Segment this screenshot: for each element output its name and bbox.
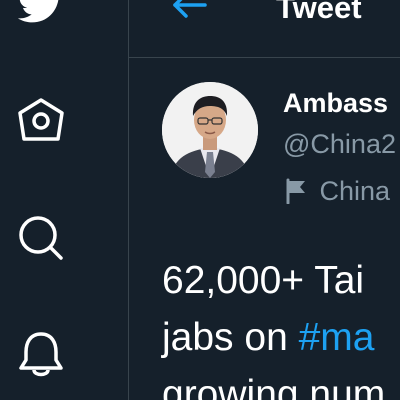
nav-home-button[interactable] xyxy=(17,97,65,143)
hashtag-link[interactable]: #ma xyxy=(299,316,375,359)
nav-explore-button[interactable] xyxy=(17,214,65,262)
page-header: Tweet xyxy=(129,0,400,58)
tweet-text-line: jabs on #ma xyxy=(162,314,374,362)
tweet-text-line: 62,000+ Tai xyxy=(162,259,365,302)
twitter-app: Tweet Ambass @China2 China 62,000+ Tai j… xyxy=(0,0,400,400)
profile-photo xyxy=(162,82,258,178)
search-icon xyxy=(19,216,63,260)
tweet-text-line: growing num xyxy=(162,373,386,400)
nav-notifications-button[interactable] xyxy=(16,330,66,378)
back-arrow-icon xyxy=(173,0,207,18)
twitter-logo-icon[interactable] xyxy=(14,0,66,28)
avatar[interactable] xyxy=(162,82,258,178)
flag-icon xyxy=(285,178,307,204)
author-handle[interactable]: @China2 xyxy=(283,126,396,162)
main-column: Tweet Ambass @China2 China 62,000+ Tai j… xyxy=(129,0,400,400)
author-display-name[interactable]: Ambass xyxy=(283,85,388,121)
page-title: Tweet xyxy=(276,0,362,25)
home-icon xyxy=(18,98,64,141)
bell-icon xyxy=(19,332,63,377)
account-label-text: China xyxy=(319,176,390,206)
sidebar-nav xyxy=(0,0,129,400)
account-label: China xyxy=(285,173,390,209)
back-button[interactable] xyxy=(171,0,207,20)
tweet-text-fragment: jabs on xyxy=(162,316,299,359)
